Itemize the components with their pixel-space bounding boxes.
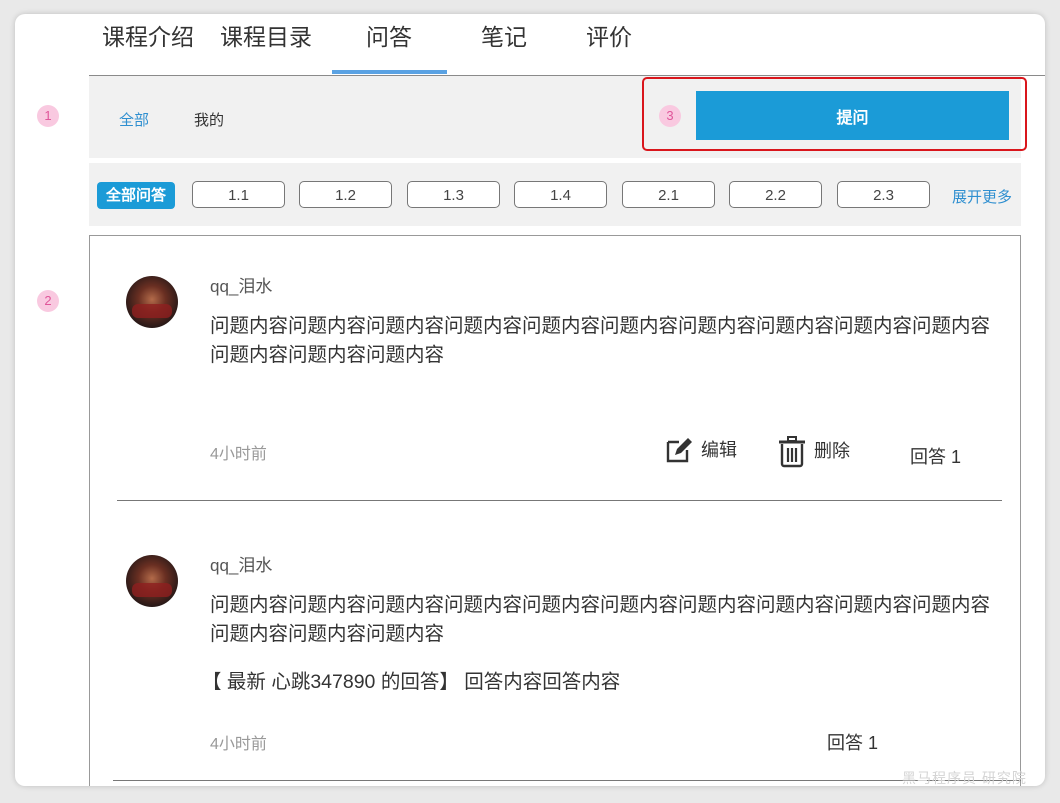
tab-qa[interactable]: 问答 [366,18,412,52]
reply-count[interactable]: 回答 1 [827,729,878,755]
filter-mine-link[interactable]: 我的 [194,109,224,130]
edit-icon [663,436,693,466]
edit-button[interactable]: 编辑 [663,436,737,466]
chapter-chip[interactable]: 2.1 [622,181,715,208]
expand-more-link[interactable]: 展开更多 [952,186,1012,207]
question-content[interactable]: 问题内容问题内容问题内容问题内容问题内容问题内容问题内容问题内容问题内容问题内容… [210,312,1005,370]
username[interactable]: qq_泪水 [210,272,272,297]
latest-answer[interactable]: 【 最新 心跳347890 的回答】 回答内容回答内容 [202,665,620,694]
avatar[interactable] [126,555,178,607]
tab-intro[interactable]: 课程介绍 [102,18,194,52]
chapter-chip[interactable]: 2.2 [729,181,822,208]
list-item: qq_泪水 问题内容问题内容问题内容问题内容问题内容问题内容问题内容问题内容问题… [90,236,1020,502]
delete-label: 删除 [814,441,850,461]
watermark: 黑马程序员 研究院 [902,768,1027,788]
question-content[interactable]: 问题内容问题内容问题内容问题内容问题内容问题内容问题内容问题内容问题内容问题内容… [210,591,1005,649]
course-page: 课程介绍 课程目录 问答 笔记 评价 1 2 全部 我的 3 提问 全部问答 1… [15,14,1045,786]
item-divider [117,500,1002,501]
trash-icon [778,436,806,468]
avatar[interactable] [126,276,178,328]
ask-question-button[interactable]: 提问 [696,91,1009,140]
list-item: qq_泪水 问题内容问题内容问题内容问题内容问题内容问题内容问题内容问题内容问题… [90,502,1020,786]
filter-all-link[interactable]: 全部 [119,109,149,130]
chapter-chip[interactable]: 1.3 [407,181,500,208]
item-divider [113,780,1021,781]
annotation-badge-2: 2 [37,290,59,312]
chapter-chip[interactable]: 1.4 [514,181,607,208]
chapter-chip[interactable]: 1.1 [192,181,285,208]
course-tabs: 课程介绍 课程目录 问答 笔记 评价 [89,14,1045,76]
post-time: 4小时前 [210,730,267,754]
post-time: 4小时前 [210,440,267,464]
tab-catalog[interactable]: 课程目录 [220,18,312,52]
chapter-filter-bar: 全部问答 1.1 1.2 1.3 1.4 2.1 2.2 2.3 展开更多 [89,163,1021,226]
username[interactable]: qq_泪水 [210,551,272,576]
reply-count[interactable]: 回答 1 [910,443,961,469]
delete-button[interactable]: 删除 [778,436,850,468]
tab-reviews[interactable]: 评价 [586,18,632,52]
annotation-badge-3: 3 [659,105,681,127]
active-tab-indicator [332,70,447,74]
chapter-chip-all[interactable]: 全部问答 [97,182,175,209]
filter-bar: 全部 我的 3 提问 [89,76,1021,158]
edit-label: 编辑 [701,440,737,460]
chapter-chip[interactable]: 1.2 [299,181,392,208]
question-list: qq_泪水 问题内容问题内容问题内容问题内容问题内容问题内容问题内容问题内容问题… [89,235,1021,786]
annotation-badge-1: 1 [37,105,59,127]
chapter-chip[interactable]: 2.3 [837,181,930,208]
tab-notes[interactable]: 笔记 [481,18,527,52]
